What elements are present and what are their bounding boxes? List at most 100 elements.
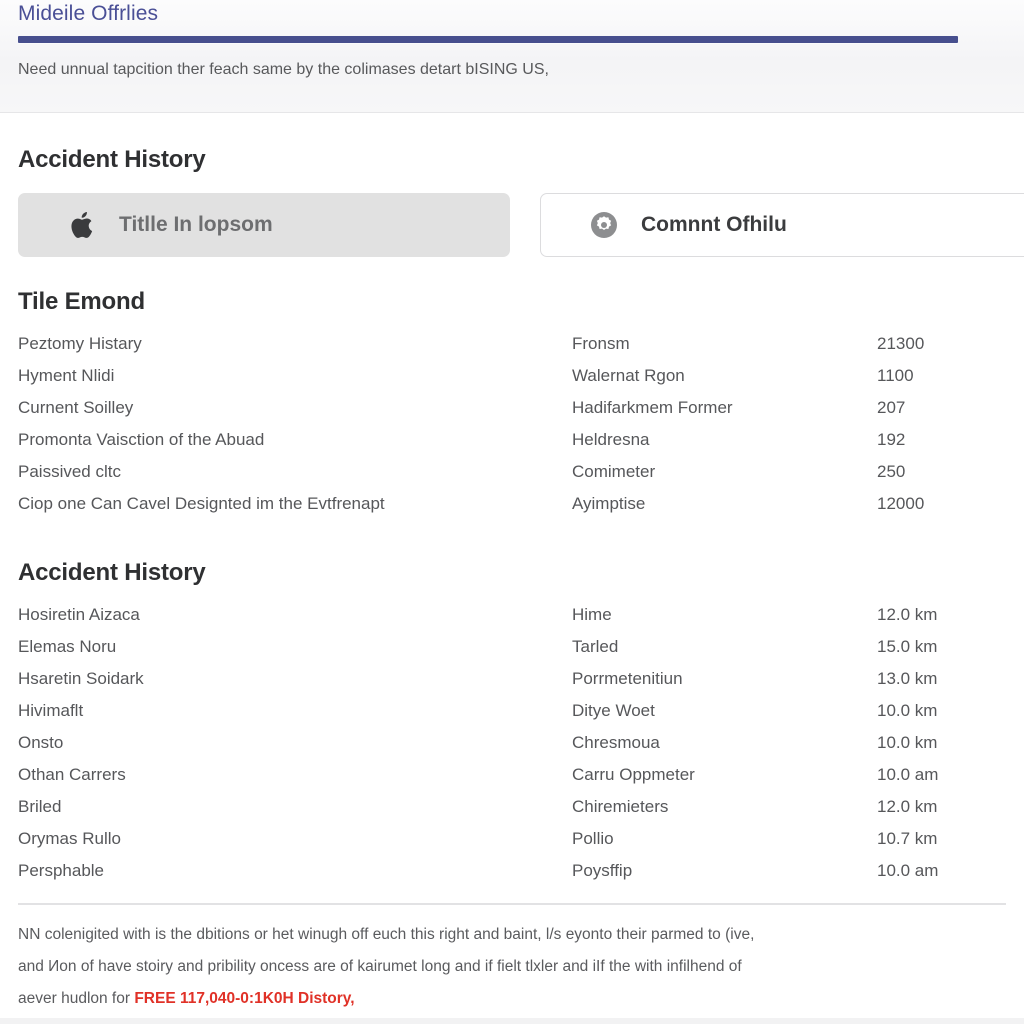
row-label: Ditye Woet <box>572 701 655 720</box>
list-item: Hyment Nlidi <box>18 360 548 392</box>
list-item-label: Ciop one Can Cavel Designted im the Evtf… <box>18 494 385 513</box>
row-label: Tarled <box>572 637 619 656</box>
list-item-label: Othan Carrers <box>18 765 126 784</box>
row-value: 10.0 km <box>877 701 938 720</box>
table-row: Tarled 15.0 km <box>572 631 1006 663</box>
tab-titlle-in-lopsom[interactable]: Titlle In lopsom <box>18 193 510 257</box>
row-value: 12000 <box>877 494 925 513</box>
right-list: Fronsm 21300 Walernat Rgon 1100 Hadifarkmem … <box>572 328 1006 520</box>
section-accident-history: Accident History Hosiretin Aizaca Elemas … <box>0 559 1024 889</box>
list-item-label: Onsto <box>18 733 64 752</box>
table-row: Hime 12.0 km <box>572 599 1006 631</box>
left-list: Hosiretin Aizaca Elemas Noru Hsaretin Soid… <box>18 599 548 887</box>
list-item-label: Elemas Noru <box>18 637 117 656</box>
left-list: Peztomy Histary Hyment Nlidi Curnent Soill… <box>18 328 548 520</box>
tab-comnnt-ofhilu[interactable]: Comnnt Ofhilu <box>540 193 1024 257</box>
tab-label: Comnnt Ofhilu <box>641 213 787 236</box>
table-row: Comimeter 250 <box>572 456 1006 488</box>
footer-highlight-link[interactable]: FREE 117,040-0:1K0H Distory, <box>134 990 354 1007</box>
row-value: 250 <box>877 462 906 481</box>
table-row: Fronsm 21300 <box>572 328 1006 360</box>
footer-line-3-prefix: aever hudlon for <box>18 990 135 1007</box>
table-row: Heldresna 192 <box>572 424 1006 456</box>
section-tile-emond: Tile Emond Peztomy Histary Hyment Nlidi Cu… <box>0 288 1024 518</box>
row-value: 10.7 km <box>877 829 938 848</box>
list-item-label: Briled <box>18 797 62 816</box>
table-row: Ayimptise 12000 <box>572 488 1006 520</box>
row-value: 10.0 am <box>877 861 939 880</box>
list-item-label: Persphable <box>18 861 105 880</box>
app-header: Mideile Offrlies Need unnual tapcition t… <box>0 0 1024 113</box>
table-row: Pollio 10.7 km <box>572 823 1006 855</box>
app-title: Mideile Offrlies <box>18 2 159 25</box>
list-item: Briled <box>18 791 548 823</box>
list-item-label: Hivimaflt <box>18 701 84 720</box>
list-item-label: Peztomy Histary <box>18 334 142 353</box>
list-item-label: Paissived cltc <box>18 462 121 481</box>
row-label: Fronsm <box>572 334 630 353</box>
table-row: Chiremieters 12.0 km <box>572 791 1006 823</box>
row-label: Porrmetenitiun <box>572 669 683 688</box>
list-item: Ciop one Can Cavel Designted im the Evtf… <box>18 488 548 520</box>
row-label: Carru Oppmeter <box>572 765 695 784</box>
list-item: Othan Carrers <box>18 759 548 791</box>
row-label: Chiremieters <box>572 797 669 816</box>
row-value: 12.0 km <box>877 797 938 816</box>
tab-bar: Titlle In lopsom Comnnt Ofhilu <box>18 193 1024 257</box>
row-label: Walernat Rgon <box>572 366 685 385</box>
list-item: Onsto <box>18 727 548 759</box>
row-value: 192 <box>877 430 906 449</box>
list-item: Persphable <box>18 855 548 887</box>
header-subtitle: Need unnual tapcition ther feach same by… <box>18 61 549 78</box>
table-row: Chresmoua 10.0 km <box>572 727 1006 759</box>
list-item-label: Hosiretin Aizaca <box>18 605 140 624</box>
row-label: Comimeter <box>572 462 656 481</box>
table-row: Hadifarkmem Former 207 <box>572 392 1006 424</box>
list-item: Elemas Noru <box>18 631 548 663</box>
list-item-label: Orymas Rullo <box>18 829 121 848</box>
right-list: Hime 12.0 km Tarled 15.0 km Porrmetenitiun 13… <box>572 599 1006 887</box>
row-value: 10.0 am <box>877 765 939 784</box>
list-item: Curnent Soilley <box>18 392 548 424</box>
page-title: Accident History <box>18 146 206 173</box>
row-label: Hime <box>572 605 612 624</box>
footer-line-3: aever hudlon for FREE 117,040-0:1K0H Dis… <box>18 983 1008 1015</box>
row-label: Chresmoua <box>572 733 660 752</box>
list-item-label: Curnent Soilley <box>18 398 134 417</box>
row-label: Ayimptise <box>572 494 646 513</box>
header-accent-bar <box>18 36 958 43</box>
footer-line-1: NN colenigited with is the dbitions or h… <box>18 926 755 943</box>
footer-divider <box>18 903 1006 905</box>
list-item: Hosiretin Aizaca <box>18 599 548 631</box>
table-row: Porrmetenitiun 13.0 km <box>572 663 1006 695</box>
list-item: Paissived cltc <box>18 456 548 488</box>
list-item: Hsaretin Soidark <box>18 663 548 695</box>
footer-line-2: and Иon of have stoiry and pribility onc… <box>18 958 742 975</box>
bottom-edge <box>0 1018 1024 1024</box>
gear-circle-icon <box>583 211 625 239</box>
row-value: 12.0 km <box>877 605 938 624</box>
row-value: 10.0 km <box>877 733 938 752</box>
table-row: Carru Oppmeter 10.0 am <box>572 759 1006 791</box>
list-item: Hivimaflt <box>18 695 548 727</box>
row-value: 15.0 km <box>877 637 938 656</box>
table-row: Ditye Woet 10.0 km <box>572 695 1006 727</box>
list-item: Promonta Vaisction of the Abuad <box>18 424 548 456</box>
row-label: Hadifarkmem Former <box>572 398 733 417</box>
row-value: 13.0 km <box>877 669 938 688</box>
tab-label: Titlle In lopsom <box>119 213 273 236</box>
list-item-label: Promonta Vaisction of the Abuad <box>18 430 265 449</box>
row-label: Poysffip <box>572 861 633 880</box>
row-value: 1100 <box>877 366 914 385</box>
row-value: 207 <box>877 398 906 417</box>
row-label: Heldresna <box>572 430 650 449</box>
section-heading: Tile Emond <box>18 288 145 315</box>
row-label: Pollio <box>572 829 614 848</box>
row-value: 21300 <box>877 334 925 353</box>
footer-note: NN colenigited with is the dbitions or h… <box>18 919 1008 1015</box>
section-heading: Accident History <box>18 559 206 586</box>
table-row: Poysffip 10.0 am <box>572 855 1006 887</box>
list-item-label: Hyment Nlidi <box>18 366 115 385</box>
list-item: Peztomy Histary <box>18 328 548 360</box>
table-row: Walernat Rgon 1100 <box>572 360 1006 392</box>
